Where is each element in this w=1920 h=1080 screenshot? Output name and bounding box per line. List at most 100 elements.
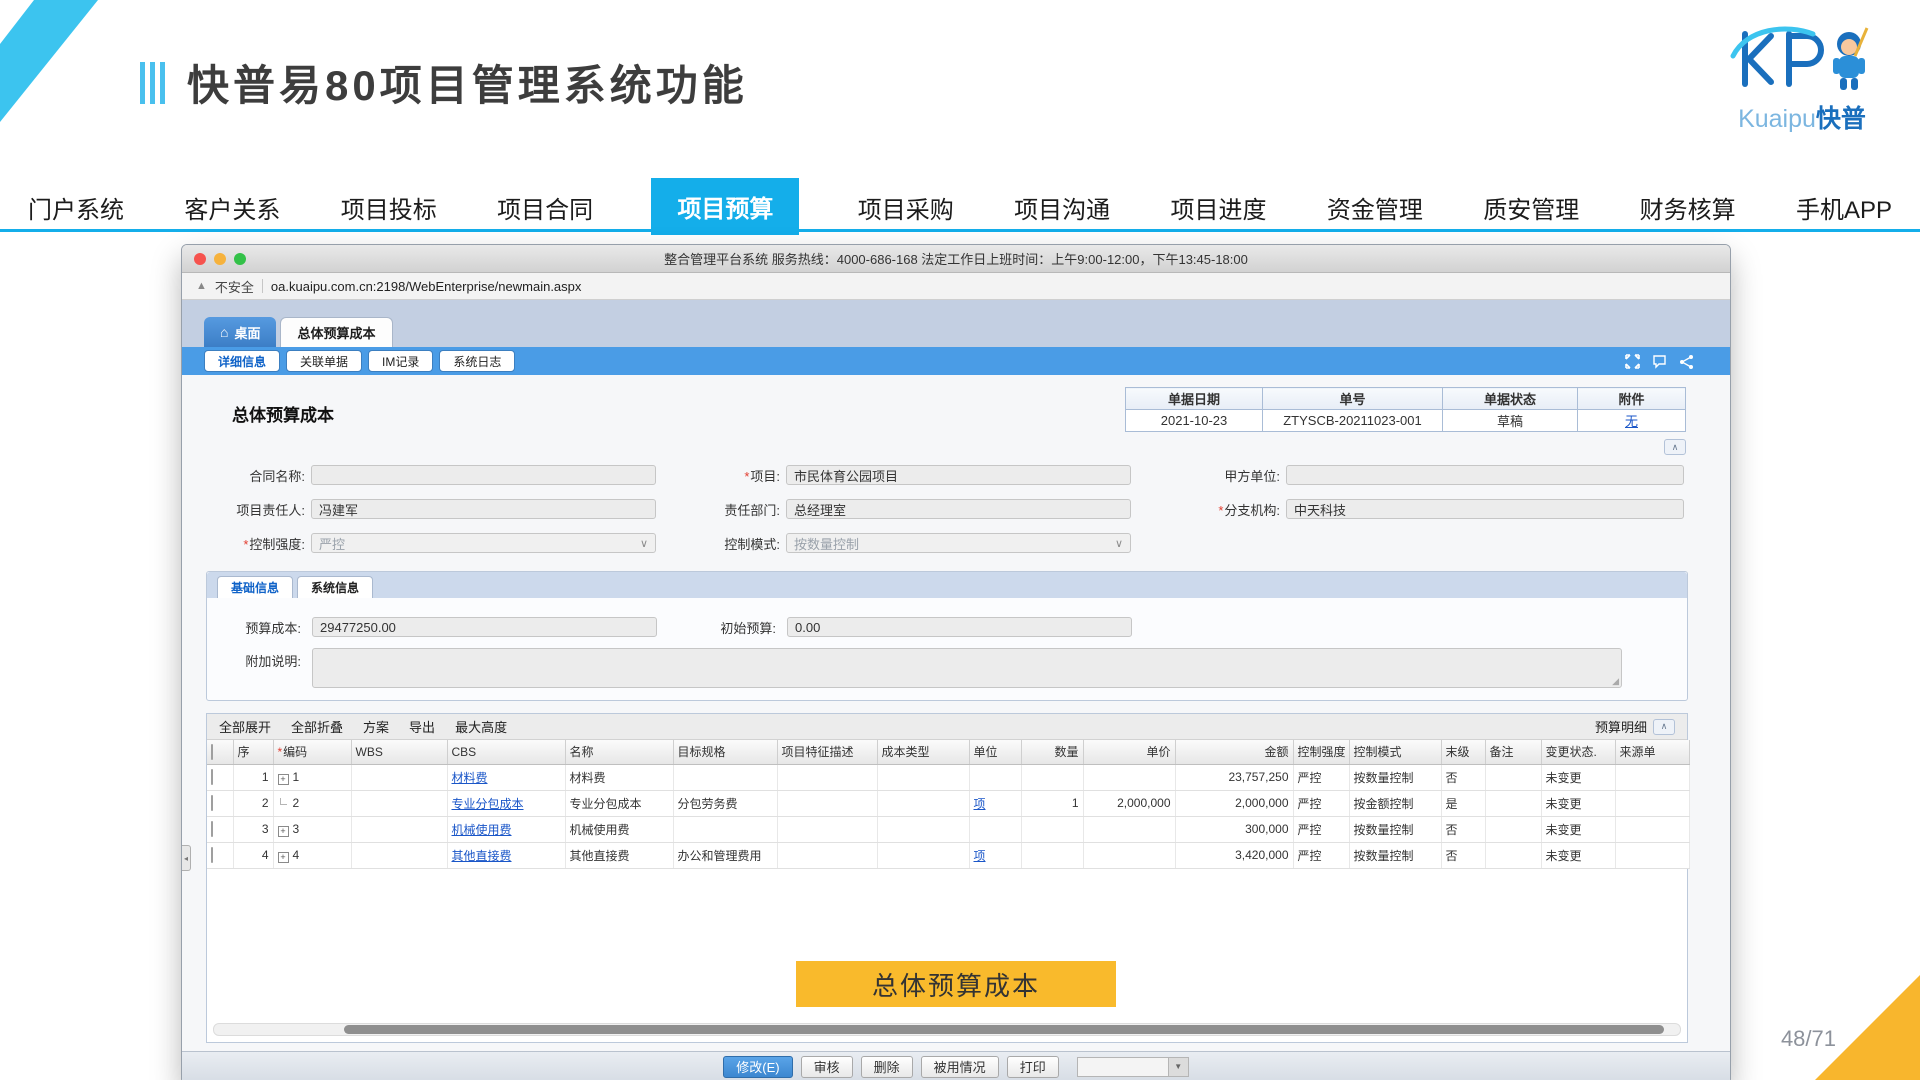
message-icon[interactable] (1652, 354, 1667, 369)
row-checkbox[interactable] (211, 821, 213, 837)
nav-item-5[interactable]: 项目预算 (651, 178, 799, 235)
cell-mode: 按数量控制 (1349, 816, 1441, 842)
nav-item-8[interactable]: 项目进度 (1169, 184, 1269, 231)
column-header-CBS: CBS (447, 740, 565, 764)
cell-ctrl: 严控 (1293, 842, 1349, 868)
column-header-控制强度: 控制强度 (1293, 740, 1349, 764)
zoom-window-icon[interactable] (234, 253, 246, 265)
budget-cost-input[interactable]: 29477250.00 (312, 617, 657, 637)
grid-table: 序*编码WBSCBS名称目标规格项目特征描述成本类型单位数量单价金额控制强度控制… (207, 740, 1690, 869)
footer-button-删除[interactable]: 删除 (861, 1056, 913, 1078)
field-input-甲方单位[interactable] (1286, 465, 1684, 485)
footer-button-审核[interactable]: 审核 (801, 1056, 853, 1078)
cell-name: 其他直接费 (565, 842, 673, 868)
field-input-责任部门[interactable]: 总经理室 (786, 499, 1131, 519)
row-checkbox[interactable] (211, 847, 213, 863)
browser-urlbar: ▲ 不安全 oa.kuaipu.com.cn:2198/WebEnterpris… (182, 273, 1730, 300)
resize-handle-icon[interactable]: ◢ (1612, 676, 1619, 687)
collapse-header-button[interactable]: ∧ (1664, 439, 1686, 455)
scrollbar-thumb[interactable] (344, 1025, 1664, 1034)
nav-item-12[interactable]: 手机APP (1794, 184, 1894, 231)
field-select-控制强度[interactable]: 严控∨ (311, 533, 656, 553)
footer-button-打印[interactable]: 打印 (1007, 1056, 1059, 1078)
cell-ctrl: 严控 (1293, 764, 1349, 790)
grid-toolbar-right: 预算明细 ∧ (1595, 717, 1675, 736)
column-header-名称: 名称 (565, 740, 673, 764)
nav-item-11[interactable]: 财务核算 (1638, 184, 1738, 231)
cbs-link[interactable]: 专业分包成本 (452, 797, 524, 811)
select-all-checkbox[interactable] (211, 744, 213, 760)
close-window-icon[interactable] (194, 253, 206, 265)
detail-tab-4[interactable]: 系统日志 (439, 350, 515, 372)
base-tab-2[interactable]: 系统信息 (297, 576, 373, 598)
cell-cost_type (877, 816, 969, 842)
grid-toolbar-方案[interactable]: 方案 (363, 717, 389, 736)
nav-item-4[interactable]: 项目合同 (495, 184, 595, 231)
security-label[interactable]: 不安全 (215, 277, 254, 296)
column-header-项目特征描述: 项目特征描述 (777, 740, 877, 764)
row-checkbox[interactable] (211, 769, 213, 785)
footer-button-修改(E)[interactable]: 修改(E) (723, 1056, 792, 1078)
field-row-1: 合同名称:*项目:市民体育公园项目甲方单位: (206, 464, 1684, 486)
cell-spec: 分包劳务费 (673, 790, 777, 816)
nav-item-6[interactable]: 项目采购 (856, 184, 956, 231)
nav-item-1[interactable]: 门户系统 (26, 184, 126, 231)
footer-button-被用情况[interactable]: 被用情况 (921, 1056, 999, 1078)
expand-node-icon[interactable]: + (278, 826, 289, 837)
detail-tab-2[interactable]: 关联单据 (286, 350, 362, 372)
detail-tab-3[interactable]: IM记录 (368, 350, 433, 372)
share-icon[interactable] (1679, 354, 1694, 369)
window-tab-1[interactable]: ⌂桌面 (204, 317, 276, 347)
expand-icon[interactable] (1625, 354, 1640, 369)
cbs-link[interactable]: 材料费 (452, 771, 488, 785)
unit-link[interactable]: 项 (974, 849, 986, 863)
nav-item-10[interactable]: 质安管理 (1481, 184, 1581, 231)
nav-item-2[interactable]: 客户关系 (182, 184, 282, 231)
field-input-合同名称[interactable] (311, 465, 656, 485)
grid-toolbar-导出[interactable]: 导出 (409, 717, 435, 736)
url-field[interactable]: oa.kuaipu.com.cn:2198/WebEnterprise/newm… (271, 279, 582, 294)
field-input-项目责任人[interactable]: 冯建军 (311, 499, 656, 519)
nav-item-3[interactable]: 项目投标 (339, 184, 439, 231)
footer-dropdown-value (1078, 1058, 1168, 1076)
memo-label: 附加说明: (207, 651, 307, 670)
grid-toolbar-最大高度[interactable]: 最大高度 (455, 717, 507, 736)
memo-textarea[interactable]: ◢ (312, 648, 1622, 688)
cell-source (1615, 816, 1689, 842)
base-tab-1[interactable]: 基础信息 (217, 576, 293, 598)
grid-toolbar-全部展开[interactable]: 全部展开 (219, 717, 271, 736)
horizontal-scrollbar (213, 1023, 1681, 1036)
browser-window: 整合管理平台系统 服务热线：4000-686-168 法定工作日上班时间：上午9… (181, 244, 1731, 1080)
detail-tab-1[interactable]: 详细信息 (204, 350, 280, 372)
field-value: 总经理室 (794, 500, 846, 519)
grid-toolbar-全部折叠[interactable]: 全部折叠 (291, 717, 343, 736)
kuaipu-logo-icon (1727, 26, 1877, 92)
cell-unit: 项 (969, 842, 1021, 868)
minimize-window-icon[interactable] (214, 253, 226, 265)
cbs-link[interactable]: 机械使用费 (452, 823, 512, 837)
chevron-down-icon: ∨ (640, 537, 648, 550)
window-tab-2[interactable]: 总体预算成本 (280, 317, 392, 347)
column-header-成本类型: 成本类型 (877, 740, 969, 764)
attachment-link[interactable]: 无 (1625, 414, 1638, 429)
field-input-项目[interactable]: 市民体育公园项目 (786, 465, 1131, 485)
cell-cost_type (877, 842, 969, 868)
nav-item-9[interactable]: 资金管理 (1325, 184, 1425, 231)
field-value: 冯建军 (319, 500, 358, 519)
cell-seq: 2 (233, 790, 273, 816)
field-input-分支机构[interactable]: 中天科技 (1286, 499, 1684, 519)
panel-collapse-arrow-icon[interactable]: ◂ (182, 845, 191, 871)
row-checkbox[interactable] (211, 795, 213, 811)
collapse-grid-button[interactable]: ∧ (1653, 719, 1675, 735)
nav-item-7[interactable]: 项目沟通 (1012, 184, 1112, 231)
expand-node-icon[interactable]: + (278, 774, 289, 785)
doc-info-header-row: 单据日期单号单据状态附件 (1126, 388, 1686, 410)
initial-budget-input[interactable]: 0.00 (787, 617, 1132, 637)
expand-node-icon[interactable]: + (278, 852, 289, 863)
cbs-link[interactable]: 其他直接费 (452, 849, 512, 863)
field-select-控制模式[interactable]: 按数量控制∨ (786, 533, 1131, 553)
column-header-序: 序 (233, 740, 273, 764)
column-header-变更状态.: 变更状态. (1541, 740, 1615, 764)
footer-dropdown[interactable]: ▼ (1077, 1057, 1189, 1077)
unit-link[interactable]: 项 (974, 797, 986, 811)
